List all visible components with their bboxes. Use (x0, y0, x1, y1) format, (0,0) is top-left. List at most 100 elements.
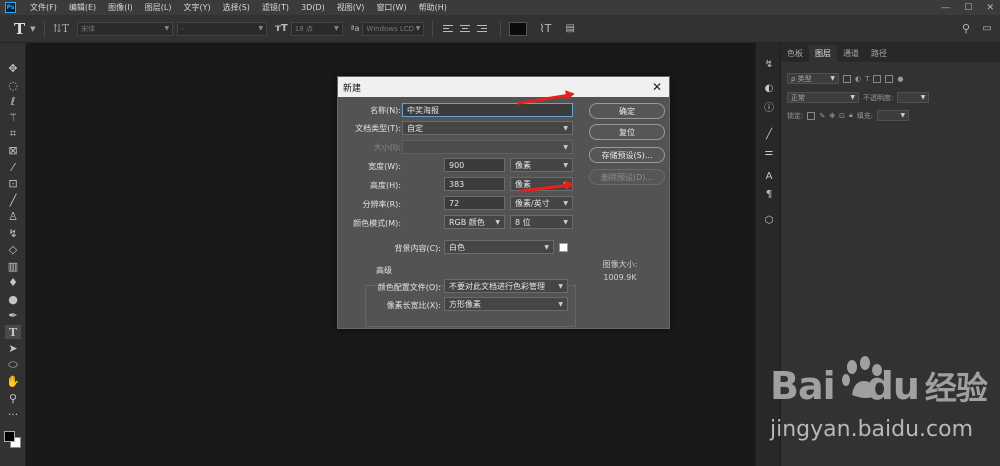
3d-panel-icon[interactable]: ⬡ (762, 214, 776, 226)
lock-artboard-icon[interactable]: ⊡ (839, 112, 845, 120)
crop-tool-icon[interactable]: ⌗ (5, 127, 21, 141)
character-panel-icon[interactable]: A (762, 170, 776, 182)
ok-button[interactable]: 确定 (589, 103, 665, 119)
minimize-button[interactable]: — (941, 3, 950, 13)
adjustments-panel-icon[interactable]: ◐ (762, 82, 776, 94)
color-profile-select[interactable]: 不要对此文档进行色彩管理 ▼ (444, 279, 568, 293)
resolution-input[interactable]: 72 (444, 196, 505, 210)
pixel-filter-icon[interactable] (843, 74, 851, 83)
gradient-tool-icon[interactable]: ▥ (5, 259, 21, 273)
frame-tool-icon[interactable]: ⊠ (5, 143, 21, 157)
smart-object-filter-icon[interactable] (885, 74, 894, 83)
bit-depth-select[interactable]: 8 位 ▼ (510, 215, 573, 229)
menu-layer[interactable]: 图层(L) (139, 2, 178, 13)
tools-panel: ✥ ◌ ℓ ⚚ ⌗ ⊠ ⁄ ⊡ ╱ ♙ ↯ ◇ ▥ ♦ ● ✒ T ➤ ⬭ ✋ … (0, 43, 26, 466)
info-panel-icon[interactable]: ⓘ (762, 100, 776, 114)
width-unit-select[interactable]: 像素 ▼ (510, 158, 573, 172)
fill-field[interactable]: ▼ (877, 110, 910, 121)
opacity-field[interactable]: ▼ (897, 92, 930, 103)
foreground-background-swatch[interactable] (4, 431, 22, 449)
brush-tool-icon[interactable]: ╱ (5, 193, 21, 207)
preset-select[interactable]: 自定 ▼ (402, 121, 573, 135)
history-panel-icon[interactable]: ↯ (762, 58, 776, 70)
character-panel-icon[interactable]: ▤ (566, 23, 575, 34)
menu-help[interactable]: 帮助(H) (413, 2, 453, 13)
align-left-button[interactable] (441, 22, 455, 36)
warp-text-icon[interactable]: ⌇T (539, 22, 551, 35)
pen-tool-icon[interactable]: ✒ (5, 308, 21, 322)
background-select[interactable]: 白色 ▼ (444, 240, 554, 254)
menu-select[interactable]: 选择(S) (217, 2, 256, 13)
eyedropper-tool-icon[interactable]: ⁄ (5, 160, 21, 174)
pixel-aspect-select[interactable]: 方形像素 ▼ (444, 297, 568, 311)
menu-file[interactable]: 文件(F) (24, 2, 63, 13)
menu-edit[interactable]: 编辑(E) (63, 2, 102, 13)
tab-paths[interactable]: 路径 (865, 45, 893, 62)
type-tool-icon[interactable]: T (5, 325, 21, 339)
move-tool-icon[interactable]: ✥ (5, 61, 21, 75)
menu-3d[interactable]: 3D(D) (295, 3, 331, 12)
tab-swatches[interactable]: 色板 (781, 45, 809, 62)
align-center-button[interactable] (458, 22, 472, 36)
height-label: 高度(H): (370, 181, 401, 190)
layer-filter-select[interactable]: ρ 类型 ▼ (787, 73, 839, 84)
lock-transparent-icon[interactable] (807, 111, 816, 120)
lasso-tool-icon[interactable]: ℓ (5, 94, 21, 108)
lock-pixels-icon[interactable]: ✎ (819, 112, 825, 120)
font-size-select[interactable]: 18 点 ▼ (290, 21, 343, 36)
divider (43, 20, 45, 37)
dodge-tool-icon[interactable]: ● (5, 292, 21, 306)
stamp-tool-icon[interactable]: ♙ (5, 209, 21, 223)
text-color-swatch[interactable] (509, 21, 528, 36)
hand-tool-icon[interactable]: ✋ (5, 374, 21, 388)
tab-layers[interactable]: 图层 (809, 45, 837, 62)
eraser-tool-icon[interactable]: ◇ (5, 242, 21, 256)
align-right-button[interactable] (475, 22, 489, 36)
font-style-select[interactable]: - ▼ (177, 21, 268, 36)
blend-mode-select[interactable]: 正常 ▼ (787, 92, 859, 103)
background-color-swatch[interactable] (559, 243, 568, 252)
name-input[interactable]: 中奖海报 (402, 103, 573, 117)
tool-preset-dropdown-icon[interactable]: ▼ (30, 25, 35, 33)
filter-toggle-icon[interactable]: ● (897, 75, 903, 83)
menu-type[interactable]: 文字(Y) (177, 2, 216, 13)
width-input[interactable]: 900 (444, 158, 505, 172)
type-filter-icon[interactable]: T (865, 75, 869, 83)
menu-image[interactable]: 图像(I) (102, 2, 139, 13)
color-mode-select[interactable]: RGB 颜色 ▼ (444, 215, 505, 229)
font-family-select[interactable]: 宋体 ▼ (77, 21, 174, 36)
maximize-button[interactable]: ☐ (964, 3, 972, 13)
zoom-tool-icon[interactable]: ⚲ (5, 391, 21, 405)
adjustment-filter-icon[interactable]: ◐ (855, 75, 861, 83)
type-tool-icon[interactable]: T (14, 20, 25, 38)
orientation-toggle-icon[interactable]: ⇅T (53, 22, 70, 35)
menu-filter[interactable]: 滤镜(T) (256, 2, 295, 13)
more-tools-icon[interactable]: ··· (5, 407, 21, 421)
path-selection-tool-icon[interactable]: ➤ (5, 341, 21, 355)
height-input[interactable]: 383 (444, 177, 505, 191)
paragraph-panel-icon[interactable]: ¶ (762, 188, 776, 200)
menu-window[interactable]: 窗口(W) (370, 2, 412, 13)
save-preset-button[interactable]: 存储预设(S)... (589, 147, 665, 163)
ellipse-tool-icon[interactable]: ⬭ (5, 358, 21, 372)
lock-all-icon[interactable]: 🔒︎ (849, 111, 853, 120)
chevron-down-icon: ▼ (900, 112, 906, 119)
workspace-icon[interactable]: ▭ (983, 23, 992, 34)
close-icon[interactable]: ✕ (652, 80, 662, 94)
marquee-tool-icon[interactable]: ◌ (5, 78, 21, 92)
magic-wand-tool-icon[interactable]: ⚚ (5, 110, 21, 124)
menu-view[interactable]: 视图(V) (331, 2, 371, 13)
resolution-unit-select[interactable]: 像素/英寸 ▼ (510, 196, 573, 210)
search-icon[interactable]: ⚲ (962, 22, 970, 35)
tab-channels[interactable]: 通道 (837, 45, 865, 62)
close-window-button[interactable]: ✕ (986, 3, 994, 13)
healing-brush-tool-icon[interactable]: ⊡ (5, 176, 21, 190)
blur-tool-icon[interactable]: ♦ (5, 275, 21, 289)
lock-position-icon[interactable]: ✥ (829, 112, 835, 120)
brush-settings-icon[interactable]: ╱ (762, 128, 776, 140)
history-brush-tool-icon[interactable]: ↯ (5, 226, 21, 240)
antialias-select[interactable]: Windows LCD ▼ (362, 21, 425, 36)
properties-panel-icon[interactable]: ⚌ (762, 146, 776, 158)
shape-filter-icon[interactable] (873, 74, 882, 83)
reset-button[interactable]: 复位 (589, 124, 665, 140)
